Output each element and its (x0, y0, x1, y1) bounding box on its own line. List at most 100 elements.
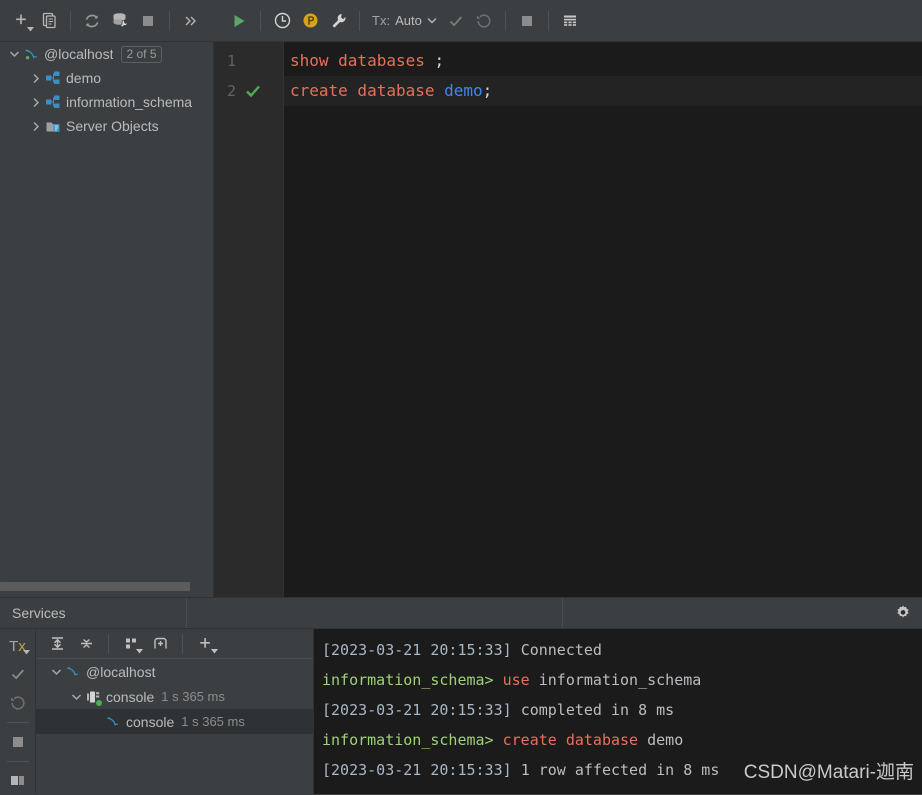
console-output[interactable]: [2023-03-21 20:15:33] Connected informat… (314, 629, 922, 794)
services-item-duration: 1 s 365 ms (161, 689, 225, 704)
chevron-down-icon[interactable] (48, 664, 64, 680)
stop-square-icon[interactable] (135, 8, 161, 34)
services-item-localhost[interactable]: @localhost (36, 659, 313, 684)
new-tab-button[interactable] (147, 631, 173, 657)
code-identifier: demo (444, 81, 483, 100)
console-timestamp: [2023-03-21 20:15:33] (322, 641, 521, 659)
console-line: [2023-03-21 20:15:33] Connected (322, 635, 922, 665)
output-grid-icon[interactable] (557, 8, 583, 34)
server-objects-icon (44, 117, 62, 135)
statement-success-icon (244, 82, 262, 100)
tx-mode-button[interactable]: Tx (4, 633, 32, 659)
history-icon[interactable] (269, 8, 295, 34)
console-line: [2023-03-21 20:15:33] 1 row affected in … (322, 755, 922, 785)
status-badge: 2 of 5 (121, 45, 162, 63)
console-text: Connected (520, 641, 602, 659)
console-text: information_schema (538, 671, 702, 689)
services-item-label: console (126, 713, 175, 730)
gutter-line-1: 1 (214, 46, 283, 76)
add-datasource-button[interactable] (8, 8, 34, 34)
tree-item-server-objects[interactable]: Server Objects (0, 114, 213, 138)
tree-horizontal-scrollbar[interactable] (0, 582, 190, 591)
console-text: demo (647, 731, 684, 749)
rollback-button[interactable] (4, 689, 32, 715)
mysql-dolphin-icon (104, 713, 122, 731)
console-text: completed in 8 ms (520, 701, 675, 719)
group-by-button[interactable] (118, 631, 144, 657)
code-line-2[interactable]: create database demo; (284, 76, 922, 106)
collapse-all-button[interactable] (73, 631, 99, 657)
chevron-down-icon (22, 650, 30, 655)
chevron-right-icon[interactable] (28, 94, 44, 110)
services-tree-toolbar (36, 629, 313, 659)
services-item-console[interactable]: console 1 s 365 ms (36, 684, 313, 709)
tab-services[interactable]: Services (0, 598, 187, 628)
code-line-1[interactable]: show databases ; (284, 46, 922, 76)
code-punctuation: ; (434, 51, 445, 70)
chevron-down-icon (136, 648, 143, 653)
editor-divider-2 (359, 10, 360, 31)
run-button[interactable] (226, 8, 252, 34)
stop-square-icon-2[interactable] (514, 8, 540, 34)
console-keyword: create database (502, 731, 648, 749)
tab-bar-actions (563, 598, 922, 628)
tree-item-information-schema[interactable]: information_schema (0, 90, 213, 114)
tree-item-demo[interactable]: demo (0, 66, 213, 90)
commit-button[interactable] (443, 8, 469, 34)
database-panel-toolbar (0, 0, 214, 42)
database-wrench-icon[interactable] (107, 8, 133, 34)
code-keyword: show databases (290, 51, 435, 70)
database-explorer: @localhost 2 of 5 demo information_schem… (0, 42, 214, 597)
editor-gutter: 1 2 (214, 42, 284, 597)
gear-icon[interactable] (894, 604, 912, 622)
toolbar-divider (70, 10, 71, 31)
svc-divider-2 (182, 633, 183, 654)
services-item-console-child[interactable]: console 1 s 365 ms (36, 709, 313, 734)
editor-code-area[interactable]: show databases ; create database demo; (284, 42, 922, 597)
connection-icon (84, 688, 102, 706)
duplicate-button[interactable] (36, 8, 62, 34)
services-item-label: console (106, 688, 155, 705)
layout-icon[interactable] (4, 768, 32, 794)
rollback-button[interactable] (471, 8, 497, 34)
vtoolbar-divider-1 (6, 721, 29, 723)
editor-divider-1 (260, 10, 261, 31)
editor-divider-4 (547, 10, 549, 31)
top-toolbars: Tx: Auto (0, 0, 922, 42)
chevron-down-icon[interactable] (6, 46, 22, 62)
chevron-down-icon (427, 18, 437, 24)
console-line: information_schema> use information_sche… (322, 665, 922, 695)
refresh-button[interactable] (79, 8, 105, 34)
chevron-right-icon[interactable] (28, 70, 44, 86)
add-button[interactable] (192, 631, 218, 657)
chevron-right-icon[interactable] (28, 118, 44, 134)
services-item-duration: 1 s 365 ms (181, 714, 245, 729)
services-panel: Tx @localhost console 1 s 365 ms console… (0, 629, 922, 794)
chevron-down-icon[interactable] (68, 689, 84, 705)
profile-icon[interactable] (297, 8, 323, 34)
console-timestamp: [2023-03-21 20:15:33] (322, 761, 521, 779)
editor-divider-3 (504, 10, 506, 31)
tab-bar-spacer (187, 598, 563, 628)
expand-all-button[interactable] (44, 631, 70, 657)
console-prompt: information_schema> (322, 671, 503, 689)
tools-wrench-icon[interactable] (325, 8, 351, 34)
mysql-dolphin-icon (64, 663, 82, 681)
code-punctuation: ; (482, 81, 493, 100)
schema-icon (44, 69, 62, 87)
tree-item-label: demo (66, 70, 102, 86)
console-line: [2023-03-21 20:15:33] completed in 8 ms (322, 695, 922, 725)
sql-editor[interactable]: 1 2 show databases ; create database dem… (214, 42, 922, 597)
tree-item-localhost[interactable]: @localhost 2 of 5 (0, 42, 213, 66)
vtoolbar-divider-2 (6, 760, 29, 762)
services-vertical-toolbar: Tx (0, 629, 36, 794)
services-item-label: @localhost (86, 663, 156, 680)
tx-mode-selector[interactable]: Tx: Auto (368, 13, 441, 28)
tree-item-label: information_schema (66, 94, 193, 110)
stop-square-icon-3[interactable] (4, 729, 32, 755)
mysql-dolphin-icon (22, 45, 40, 63)
tree-item-label: Server Objects (66, 118, 159, 134)
commit-button[interactable] (4, 661, 32, 687)
more-button[interactable] (178, 8, 204, 34)
